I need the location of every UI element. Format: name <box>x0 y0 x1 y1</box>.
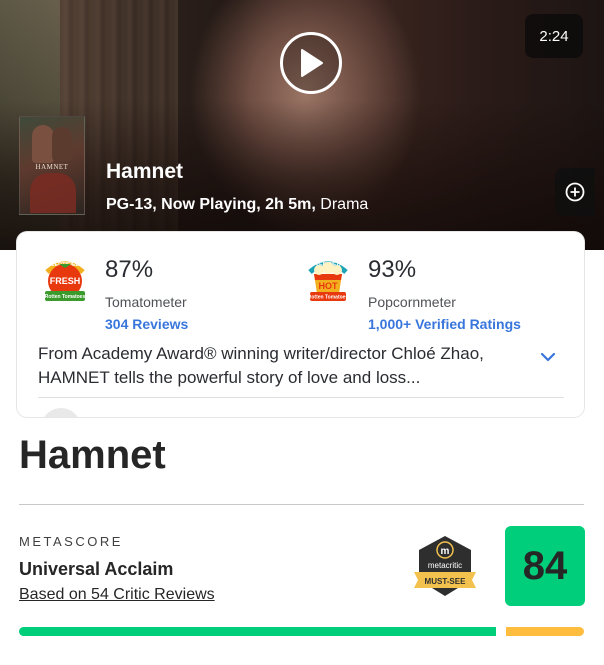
tomatometer-score: 87% <box>105 256 154 283</box>
plus-circle-icon <box>565 182 585 202</box>
metacritic-must-see-icon: m metacritic MUST-SEE <box>414 536 476 596</box>
verified-hot-icon: VERIFIED HOT Rotten Tomatoes <box>308 261 349 301</box>
movie-meta-details: PG-13, Now Playing, 2h 5m, <box>106 196 316 213</box>
popcornmeter-score: 93% <box>368 256 417 283</box>
card-divider <box>38 397 564 398</box>
metascore-label: METASCORE <box>19 534 123 549</box>
svg-text:Rotten Tomatoes: Rotten Tomatoes <box>308 295 349 301</box>
svg-text:m: m <box>441 546 450 557</box>
movie-genre: Drama <box>320 196 369 213</box>
popcornmeter-block: VERIFIED HOT Rotten Tomatoes 93% Popcorn… <box>302 250 562 340</box>
tomatometer-reviews-link[interactable]: 304 Reviews <box>105 316 188 332</box>
expand-synopsis-button[interactable] <box>537 346 559 368</box>
ratings-card: CERTIFIED FRESH Rotten Tomatoes 87% Toma… <box>17 232 584 417</box>
critic-reviews-link[interactable]: Based on 54 Critic Reviews <box>19 586 215 604</box>
svg-text:FRESH: FRESH <box>50 276 81 286</box>
svg-text:HOT: HOT <box>319 281 339 291</box>
hero-gradient-overlay <box>0 100 604 250</box>
review-distribution-bar <box>19 627 584 636</box>
popcornmeter-ratings-link[interactable]: 1,000+ Verified Ratings <box>368 316 521 332</box>
tomatometer-label: Tomatometer <box>105 294 187 310</box>
add-to-watchlist-button[interactable] <box>555 168 595 216</box>
svg-text:metacritic: metacritic <box>428 561 462 570</box>
play-icon <box>301 49 323 77</box>
svg-text:MUST-SEE: MUST-SEE <box>425 577 467 586</box>
trailer-hero[interactable]: 2:24 HAMNET Hamnet PG-13, Now Playing, 2… <box>0 0 604 250</box>
poster-title-text: HAMNET <box>35 163 69 171</box>
movie-poster[interactable]: HAMNET <box>19 116 85 215</box>
metascore-verdict: Universal Acclaim <box>19 559 174 579</box>
trailer-duration: 2:24 <box>525 14 583 58</box>
positive-reviews-segment <box>19 627 496 636</box>
tomatometer-block: CERTIFIED FRESH Rotten Tomatoes 87% Toma… <box>39 250 279 340</box>
popcornmeter-label: Popcornmeter <box>368 294 456 310</box>
play-trailer-button[interactable] <box>280 32 342 94</box>
mixed-reviews-segment <box>506 627 584 636</box>
metacritic-movie-title: Hamnet <box>19 433 166 477</box>
movie-meta: PG-13, Now Playing, 2h 5m, Drama <box>106 196 368 214</box>
certified-fresh-icon: CERTIFIED FRESH Rotten Tomatoes <box>45 261 86 301</box>
metascore-value: 84 <box>505 526 585 606</box>
movie-synopsis: From Academy Award® winning writer/direc… <box>38 344 484 387</box>
movie-title: Hamnet <box>106 160 184 183</box>
chevron-down-icon <box>540 352 556 362</box>
avatar <box>41 408 81 417</box>
svg-text:Rotten Tomatoes: Rotten Tomatoes <box>45 294 86 300</box>
section-divider <box>19 504 584 505</box>
